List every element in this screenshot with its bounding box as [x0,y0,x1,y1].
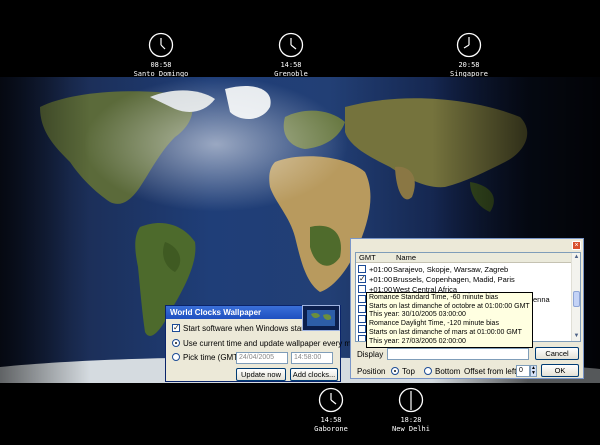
display-label: Display [357,350,384,359]
tooltip-line: This year: 30/10/2005 03:00:00 [369,311,466,319]
timezone-list-scrollbar[interactable]: ▲ ▼ [571,253,580,341]
clock-santo-domingo: 08:58 Santo Domingo [106,32,216,79]
cancel-button[interactable]: Cancel [535,347,579,360]
clock-face-icon [148,32,174,58]
clock-time: 08:58 [150,61,172,69]
add-clocks-dialog: × GMT Name +01:00Sarajevo, Skopje, Warsa… [350,238,584,379]
column-gmt[interactable]: GMT [359,253,376,263]
timezone-checkbox[interactable] [358,265,366,274]
pick-time-radio[interactable] [172,352,180,361]
timezone-name: Sarajevo, Skopje, Warsaw, Zagreb [393,265,509,274]
scroll-up-icon[interactable]: ▲ [573,254,580,261]
timezone-list-header: GMT Name [356,253,571,263]
clock-time: 18:28 [400,416,422,424]
pick-time-option[interactable]: Pick time (GMT): [172,352,243,363]
timezone-name: Brussels, Copenhagen, Madid, Paris [393,275,515,284]
timezone-name: enna [533,295,550,304]
timezone-row[interactable]: +01:00Sarajevo, Skopje, Warsaw, Zagreb [358,265,508,275]
clock-grenoble: 14:58 Grenoble [236,32,346,79]
add-clocks-button[interactable]: Add clocks... [290,368,338,381]
clock-face-icon [456,32,482,58]
tooltip-line: Romance Daylight Time, -120 minute bias [369,320,499,328]
start-with-windows-option[interactable]: Start software when Windows starts [172,323,311,334]
scroll-down-icon[interactable]: ▼ [573,333,580,340]
timezone-checkbox[interactable] [358,325,366,334]
pick-time-label: Pick time (GMT): [183,353,243,362]
timezone-gmt: +01:00 [369,275,393,284]
scroll-thumb[interactable] [573,291,580,307]
spin-down-icon[interactable]: ▼ [531,371,536,376]
position-label: Position [357,367,386,376]
timezone-checkbox[interactable] [358,285,366,294]
timezone-row[interactable]: +01:00Brussels, Copenhagen, Madid, Paris [358,274,515,285]
use-current-time-option[interactable]: Use current time and update wallpaper ev… [172,338,369,349]
position-top-label: Top [402,367,415,376]
clock-time: 20:58 [458,61,480,69]
timezone-checkbox[interactable] [358,274,366,284]
wallpaper-preview-icon [302,305,340,331]
date-picker[interactable]: 24/04/2005 [236,352,288,364]
update-now-button[interactable]: Update now [236,368,286,381]
timezone-checkbox[interactable] [358,305,366,314]
start-with-windows-checkbox[interactable] [172,323,180,332]
tooltip-line: Starts on last dimanche of octobre at 01… [369,302,530,310]
tooltip-line: Romance Standard Time, -60 minute bias [369,294,499,301]
timezone-gmt: +01:00 [369,265,393,274]
clock-time: 14:58 [280,61,302,69]
offset-input[interactable]: 0 [516,365,530,377]
position-top-option[interactable]: Top [391,366,415,377]
window-title: World Clocks Wallpaper [170,308,262,317]
tooltip-line: Starts on last dimanche of mars at 01:00… [369,328,522,336]
timezone-checkbox[interactable] [358,295,366,304]
offset-spinner[interactable]: ▲ ▼ [530,365,537,377]
tooltip-line: This year: 27/03/2005 02:00:00 [369,337,466,345]
column-name[interactable]: Name [396,253,416,263]
ok-button[interactable]: OK [541,364,579,377]
dialog-close-icon[interactable]: × [572,241,581,250]
position-top-radio[interactable] [391,366,399,375]
clock-new-delhi: 18:28 New Delhi [356,387,466,434]
use-current-time-radio[interactable] [172,338,180,347]
position-bottom-label: Bottom [435,367,461,376]
offset-label: Offset from left [464,367,517,376]
start-with-windows-label: Start software when Windows starts [183,324,311,333]
clock-face-icon [398,387,424,413]
clock-face-icon [278,32,304,58]
timezone-checkbox[interactable] [358,315,366,324]
clock-singapore: 20:58 Singapore [414,32,524,79]
use-current-time-label: Use current time and update wallpaper ev… [183,339,369,348]
time-picker[interactable]: 14:58:00 [291,352,333,364]
timezone-checkbox[interactable] [358,335,366,341]
display-input[interactable] [387,348,529,360]
globe-icon [307,310,335,326]
position-bottom-option[interactable]: Bottom [424,366,461,377]
position-bottom-radio[interactable] [424,366,432,375]
clock-city: New Delhi [392,425,430,433]
clock-face-icon [318,387,344,413]
timezone-tooltip: Romance Standard Time, -60 minute bias S… [366,292,533,349]
